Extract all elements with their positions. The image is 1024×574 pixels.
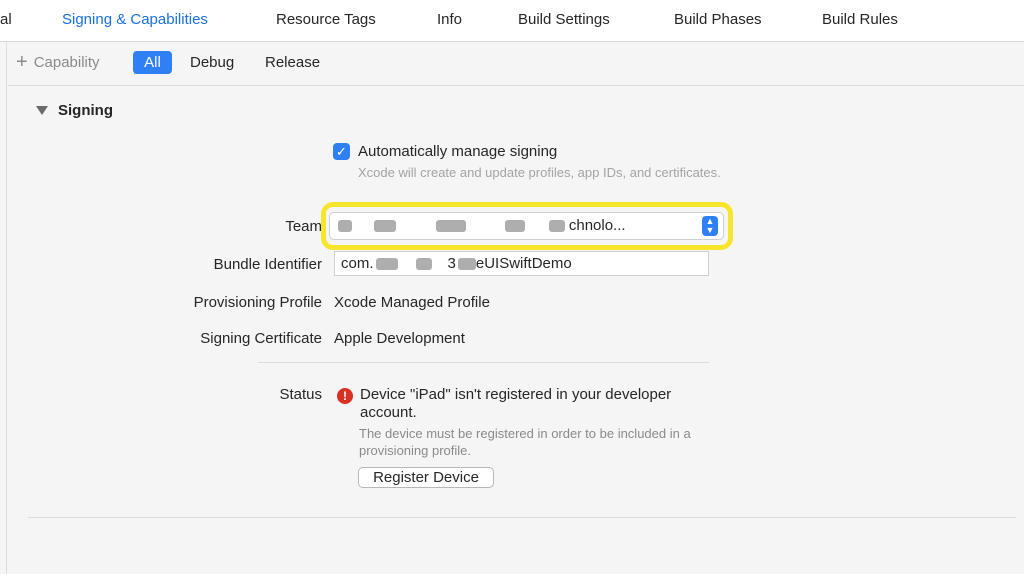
filter-debug-button[interactable]: Debug <box>190 54 234 71</box>
add-capability-label: Capability <box>33 53 100 71</box>
auto-manage-signing-row[interactable]: ✓ Automatically manage signing <box>333 143 557 160</box>
redacted-block <box>338 220 352 233</box>
add-capability-button[interactable]: + Capability <box>16 52 100 72</box>
filter-all-button[interactable]: All <box>133 51 172 74</box>
signing-certificate-value: Apple Development <box>334 330 465 347</box>
provisioning-profile-label: Provisioning Profile <box>193 294 322 311</box>
filter-release-button[interactable]: Release <box>265 54 320 71</box>
redacted-block <box>504 220 525 233</box>
disclosure-triangle-icon[interactable] <box>36 106 48 115</box>
redacted-block <box>457 258 476 271</box>
signing-section-header[interactable]: Signing <box>36 102 113 119</box>
status-description: The device must be registered in order t… <box>359 426 691 458</box>
tab-signing-capabilities[interactable]: Signing & Capabilities <box>62 11 208 28</box>
tab-build-settings[interactable]: Build Settings <box>518 11 610 28</box>
signing-content: Signing ✓ Automatically manage signing X… <box>8 86 1024 574</box>
status-message-row: ! Device "iPad" isn't registered in your… <box>337 386 717 422</box>
plus-icon: + <box>16 51 28 73</box>
status-label: Status <box>279 386 322 403</box>
tab-resource-tags[interactable]: Resource Tags <box>276 11 376 28</box>
section-bottom-divider <box>28 517 1016 518</box>
error-icon: ! <box>337 388 353 404</box>
bundle-identifier-value: com. 3 eUISwiftDemo <box>341 255 572 272</box>
bundle-identifier-field[interactable]: com. 3 eUISwiftDemo <box>334 251 709 276</box>
auto-manage-checkbox[interactable]: ✓ <box>333 143 350 160</box>
auto-manage-description: Xcode will create and update profiles, a… <box>358 165 721 180</box>
capability-toolbar: + Capability All Debug Release <box>8 42 1024 86</box>
bundle-identifier-label: Bundle Identifier <box>213 256 322 273</box>
team-label: Team <box>285 218 322 235</box>
tab-build-phases[interactable]: Build Phases <box>674 11 762 28</box>
popup-stepper-icon: ▲ ▼ <box>702 216 718 236</box>
status-message: Device "iPad" isn't registered in your d… <box>360 386 672 421</box>
section-title: Signing <box>58 102 113 119</box>
redacted-block <box>375 258 398 271</box>
redacted-block <box>548 220 565 233</box>
team-popup-button[interactable]: chnolo... ▲ ▼ <box>330 213 723 239</box>
redacted-block <box>374 220 397 233</box>
team-value-visible: chnolo... <box>568 217 626 234</box>
signing-certificate-label: Signing Certificate <box>200 330 322 347</box>
editor-tab-bar: al Signing & Capabilities Resource Tags … <box>0 0 1024 42</box>
register-device-button[interactable]: Register Device <box>358 467 494 488</box>
status-divider <box>258 362 709 363</box>
redacted-block <box>415 258 432 271</box>
team-value: chnolo... <box>338 217 626 234</box>
redacted-block <box>436 220 467 233</box>
tab-info[interactable]: Info <box>437 11 462 28</box>
tab-general[interactable]: al <box>0 11 12 28</box>
provisioning-profile-value: Xcode Managed Profile <box>334 294 490 311</box>
tab-build-rules[interactable]: Build Rules <box>822 11 898 28</box>
left-gutter <box>0 42 7 574</box>
auto-manage-label: Automatically manage signing <box>358 143 558 160</box>
